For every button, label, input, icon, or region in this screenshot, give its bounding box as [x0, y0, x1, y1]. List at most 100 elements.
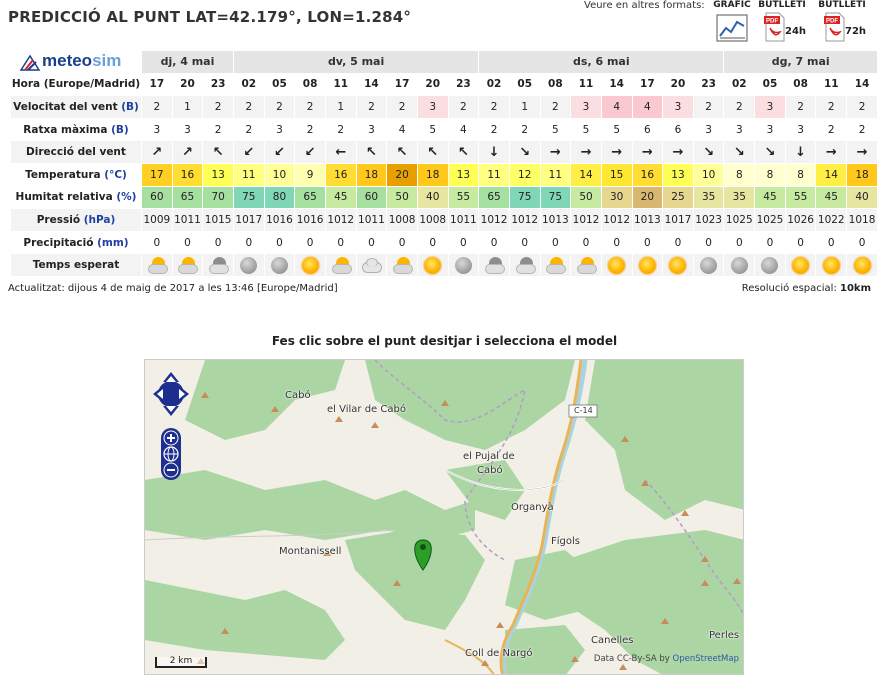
wind-gust-cell: 5 — [417, 118, 448, 141]
sky-cell — [755, 254, 785, 276]
map-label-road-c14: C-14 — [574, 406, 593, 415]
wind-gust-cell: 2 — [509, 118, 540, 141]
wind-direction-cell: ↖ — [387, 141, 417, 163]
day-header: dv, 5 mai — [233, 51, 479, 73]
zoom-in-icon[interactable] — [163, 430, 179, 446]
wind-gust-row: Ratxa màxima (B) 3 3 2 2 3 2 2 3 4 5 4 2 2 5 5 5 6 6 3 3 3 3 2 2 — [11, 118, 877, 141]
temperature-cell: 8 — [755, 163, 785, 186]
cloud-icon — [361, 258, 383, 274]
wind-gust-cell: 3 — [755, 118, 785, 141]
temperature-cell: 11 — [233, 163, 264, 186]
sky-cell — [448, 254, 479, 276]
sky-cell — [785, 254, 816, 276]
wind-arrow-icon: ↓ — [488, 144, 500, 160]
temperature-cell: 9 — [295, 163, 325, 186]
map-label-organya: Organyà — [511, 502, 554, 513]
precipitation-cell: 0 — [601, 231, 632, 254]
wind-arrow-icon: ↘ — [733, 144, 745, 160]
wind-arrow-icon: ← — [335, 144, 347, 160]
hour-cell: 17 — [632, 73, 663, 96]
sun-icon — [638, 256, 656, 274]
bulletin-24h-button[interactable]: BUTLLETÍ PDF 24h — [758, 0, 806, 42]
pressure-cell: 1023 — [693, 209, 724, 231]
map-tiles[interactable] — [145, 360, 744, 675]
temperature-cell: 12 — [509, 163, 540, 186]
wind-direction-cell: ↗ — [142, 141, 172, 163]
temperature-cell: 18 — [847, 163, 877, 186]
pan-control[interactable] — [153, 372, 189, 416]
precipitation-cell: 0 — [203, 231, 233, 254]
wind-direction-cell: → — [816, 141, 847, 163]
humidity-cell: 70 — [203, 186, 233, 209]
wind-direction-cell: → — [601, 141, 632, 163]
map-title: Fes clic sobre el punt desitjar i selecc… — [271, 334, 618, 348]
wind-speed-cell: 1 — [509, 96, 540, 118]
precipitation-cell: 0 — [295, 231, 325, 254]
wind-direction-cell: ↓ — [785, 141, 816, 163]
wind-arrow-icon: → — [856, 144, 868, 160]
svg-text:PDF: PDF — [826, 19, 838, 25]
wind-arrow-icon: ↖ — [457, 144, 469, 160]
wind-direction-cell: ↖ — [356, 141, 387, 163]
temperature-cell: 15 — [601, 163, 632, 186]
hour-cell: 17 — [387, 73, 417, 96]
attribution-text: Data CC-By-SA by — [593, 654, 670, 664]
wind-direction-cell: ↖ — [448, 141, 479, 163]
precipitation-cell: 0 — [663, 231, 693, 254]
precipitation-cell: 0 — [693, 231, 724, 254]
wind-direction-cell: → — [571, 141, 601, 163]
partly-cloudy-night-icon — [515, 256, 536, 274]
hour-cell: 08 — [540, 73, 571, 96]
humidity-cell: 45 — [816, 186, 847, 209]
map-label-pujal-2: Cabó — [477, 465, 503, 476]
bulletin-72h-button[interactable]: BUTLLETÍ PDF 72h — [818, 0, 866, 42]
wind-direction-cell: ← — [325, 141, 356, 163]
wind-direction-cell: → — [663, 141, 693, 163]
wind-arrow-icon: → — [825, 144, 837, 160]
hour-cell: 05 — [264, 73, 295, 96]
pressure-cell: 1016 — [264, 209, 295, 231]
moon-icon — [270, 256, 288, 274]
wind-direction-cell: ↘ — [693, 141, 724, 163]
map-view[interactable]: Cabó el Vilar de Cabó el Pujal de Cabó O… — [144, 359, 744, 675]
wind-speed-cell: 2 — [387, 96, 417, 118]
pressure-row: Pressió (hPa) 1009 1011 1015 1017 1016 1016 101… — [11, 209, 877, 231]
map-navigation-controls — [153, 368, 189, 480]
hour-cell: 17 — [142, 73, 172, 96]
pressure-cell: 1025 — [724, 209, 755, 231]
wind-speed-cell: 3 — [755, 96, 785, 118]
temperature-cell: 14 — [816, 163, 847, 186]
temperature-cell: 13 — [663, 163, 693, 186]
temperature-cell: 11 — [540, 163, 571, 186]
hour-cell: 08 — [295, 73, 325, 96]
osm-link[interactable]: OpenStreetMap — [673, 654, 739, 664]
precipitation-cell: 0 — [172, 231, 203, 254]
sky-cell — [693, 254, 724, 276]
pressure-cell: 1012 — [325, 209, 356, 231]
wind-arrow-icon: → — [641, 144, 653, 160]
moon-icon — [730, 256, 748, 274]
hour-cell: 20 — [663, 73, 693, 96]
pressure-cell: 1011 — [356, 209, 387, 231]
row-label: Hora (Europe/Madrid) — [11, 73, 141, 96]
zoom-out-icon[interactable] — [163, 462, 179, 478]
wind-speed-cell: 2 — [356, 96, 387, 118]
wind-gust-cell: 3 — [172, 118, 203, 141]
row-label: Direcció del vent — [11, 141, 141, 163]
chart-format-button[interactable]: GRÀFIC — [708, 0, 756, 45]
hour-cell: 23 — [448, 73, 479, 96]
row-label-text: Pressió — [36, 213, 81, 226]
wind-direction-cell: ↘ — [755, 141, 785, 163]
bulletin-24h-label: BUTLLETÍ — [758, 0, 806, 10]
wind-arrow-icon: ↖ — [427, 144, 439, 160]
pdf-icon: PDF — [764, 12, 785, 42]
chart-format-label: GRÀFIC — [713, 0, 751, 10]
wind-direction-cell: ↗ — [172, 141, 203, 163]
precipitation-cell: 0 — [233, 231, 264, 254]
humidity-cell: 65 — [479, 186, 509, 209]
humidity-row: Humitat relativa (%) 60 65 70 75 80 65 45 60 50 40… — [11, 186, 877, 209]
wind-speed-cell: 2 — [264, 96, 295, 118]
wind-speed-cell: 2 — [295, 96, 325, 118]
wind-direction-cell: ↙ — [264, 141, 295, 163]
pressure-cell: 1011 — [448, 209, 479, 231]
